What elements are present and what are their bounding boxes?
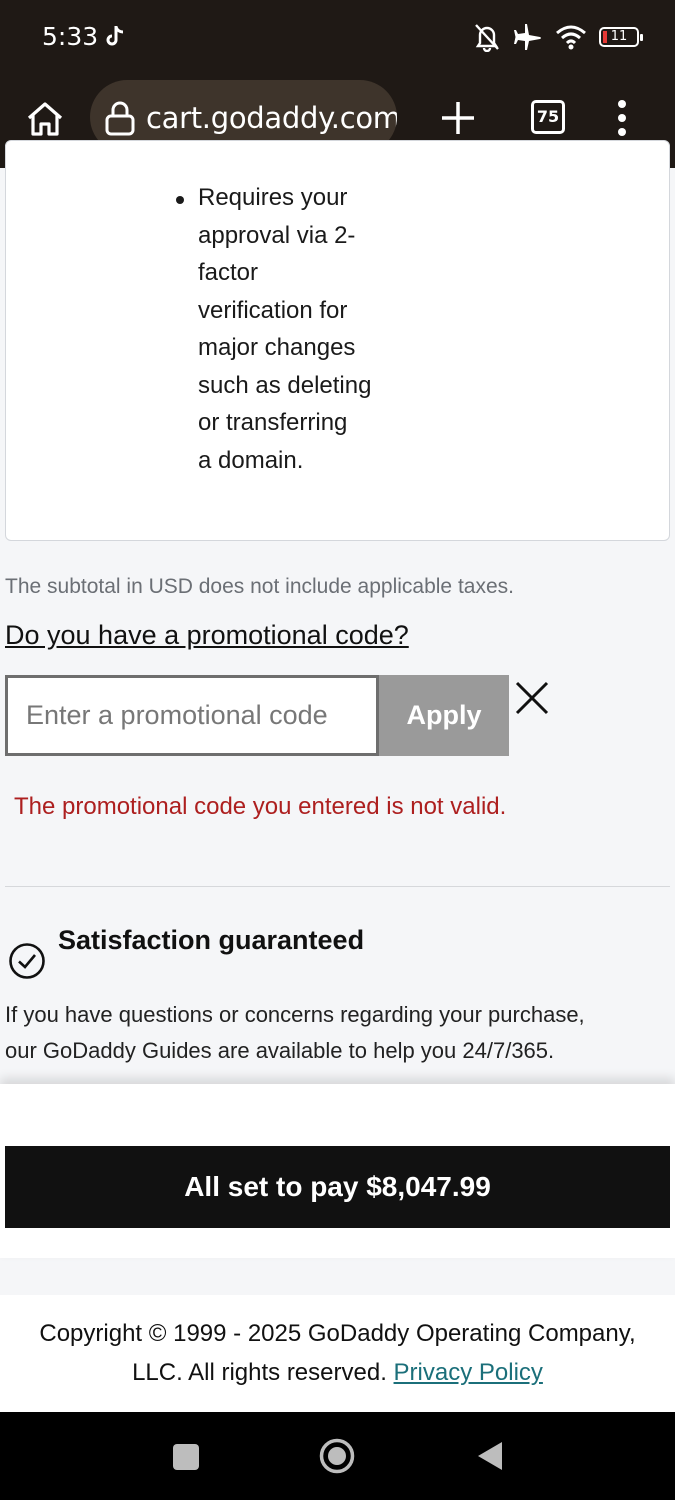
bullet-line: such as deleting	[198, 371, 372, 399]
promo-code-input[interactable]	[5, 675, 379, 756]
airplane-icon	[514, 24, 541, 50]
home-circle-icon[interactable]	[319, 1438, 355, 1474]
tiktok-icon	[106, 26, 124, 46]
checkout-bar: All set to pay $8,047.99	[0, 1084, 675, 1258]
back-triangle-icon[interactable]	[476, 1440, 504, 1472]
feature-bullet-list: Requires your approval via 2- factor ver…	[176, 179, 408, 479]
plus-icon[interactable]	[438, 98, 478, 138]
promo-code-link[interactable]: Do you have a promotional code?	[5, 620, 409, 651]
bullet-line: factor	[198, 259, 259, 286]
close-icon[interactable]	[514, 680, 550, 716]
wifi-icon	[556, 25, 586, 50]
status-bar: 5:33 11	[0, 0, 675, 76]
lock-icon	[105, 101, 135, 136]
guarantee-text: If you have questions or concerns regard…	[5, 997, 665, 1069]
privacy-policy-link[interactable]: Privacy Policy	[394, 1359, 543, 1386]
guarantee-line: our GoDaddy Guides are available to help…	[5, 1038, 555, 1063]
bullet-line: approval via 2-	[198, 221, 356, 249]
home-icon[interactable]	[24, 98, 66, 140]
bullet-dot	[176, 196, 184, 204]
status-time: 5:33	[42, 22, 99, 51]
status-icons: 11	[473, 20, 643, 54]
divider	[5, 886, 670, 887]
bullet-line: major changes	[198, 334, 356, 361]
bullet-line: or transferring	[198, 409, 348, 436]
guarantee-title: Satisfaction guaranteed	[58, 925, 365, 955]
copyright-line: Copyright © 1999 - 2025 GoDaddy Operatin…	[39, 1320, 636, 1347]
pay-button[interactable]: All set to pay $8,047.99	[5, 1146, 670, 1228]
bullet-line: Requires your	[198, 184, 348, 211]
promo-error-message: The promotional code you entered is not …	[14, 793, 507, 820]
tab-count-button[interactable]: 75	[531, 100, 565, 134]
url-text: cart.godaddy.com	[146, 101, 397, 135]
check-circle-icon	[9, 943, 45, 979]
guarantee-line: If you have questions or concerns regard…	[5, 1002, 585, 1027]
bullet-line: verification for	[198, 296, 348, 324]
subtotal-note: The subtotal in USD does not include app…	[5, 575, 514, 598]
copyright-text: LLC. All rights reserved.	[132, 1359, 387, 1386]
bullet-line: a domain.	[198, 446, 304, 474]
copyright-line-2: LLC. All rights reserved. Privacy Policy	[0, 1353, 675, 1392]
mute-icon	[475, 24, 499, 52]
battery-icon: 11	[599, 27, 643, 47]
battery-level: 11	[610, 29, 628, 44]
system-nav-bar	[0, 1412, 675, 1500]
recent-apps-icon[interactable]	[173, 1444, 199, 1470]
apply-button[interactable]: Apply	[379, 675, 509, 756]
footer: Copyright © 1999 - 2025 GoDaddy Operatin…	[0, 1295, 675, 1412]
more-menu-icon[interactable]	[612, 98, 632, 138]
